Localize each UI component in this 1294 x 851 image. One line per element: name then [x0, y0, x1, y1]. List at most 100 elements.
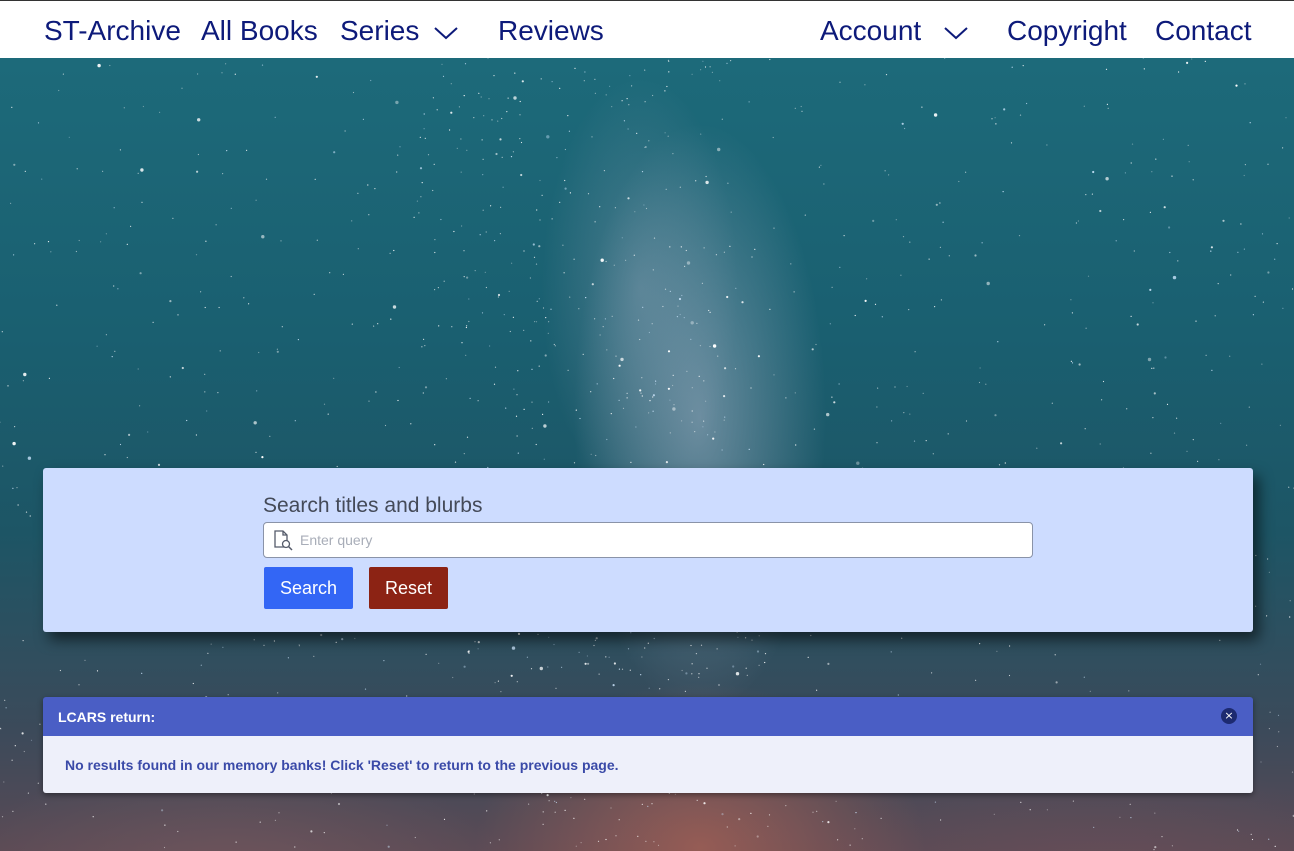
star	[399, 146, 401, 148]
star	[703, 247, 705, 249]
star	[551, 81, 553, 83]
star	[801, 110, 803, 112]
star	[392, 305, 397, 309]
nav-brand-link[interactable]: ST-Archive	[44, 14, 181, 48]
star	[298, 644, 300, 646]
star	[535, 263, 538, 265]
star	[1267, 558, 1269, 560]
star	[694, 431, 696, 433]
star	[441, 63, 443, 65]
star	[655, 380, 657, 382]
star	[807, 656, 809, 658]
star	[210, 643, 212, 645]
reset-button[interactable]: Reset	[369, 567, 448, 609]
nav-copyright-link[interactable]: Copyright	[1007, 14, 1127, 48]
star	[673, 404, 675, 406]
star	[1282, 147, 1284, 149]
star	[751, 256, 753, 258]
star	[500, 206, 502, 208]
star	[351, 323, 353, 325]
star	[1054, 654, 1056, 656]
star	[128, 433, 131, 436]
star	[604, 318, 607, 320]
star	[137, 368, 139, 370]
star	[640, 392, 642, 394]
nav-reviews-link[interactable]: Reviews	[498, 14, 604, 48]
star	[539, 219, 541, 221]
star	[1115, 240, 1117, 242]
star	[652, 394, 656, 397]
star	[613, 264, 615, 266]
star	[651, 803, 653, 805]
star	[506, 111, 508, 113]
star	[485, 231, 487, 233]
star	[195, 254, 198, 256]
star	[1279, 424, 1281, 426]
star	[97, 63, 101, 68]
star	[864, 84, 866, 86]
star	[691, 421, 693, 423]
star	[542, 811, 544, 813]
chevron-down-icon[interactable]	[943, 24, 969, 42]
star	[1130, 315, 1132, 317]
star	[764, 661, 766, 664]
chevron-down-icon[interactable]	[433, 24, 459, 42]
star	[698, 676, 700, 678]
star	[230, 275, 232, 278]
search-field-wrapper[interactable]	[263, 522, 1033, 558]
star	[991, 118, 993, 120]
search-input[interactable]	[300, 523, 1020, 557]
star	[641, 656, 643, 658]
star	[612, 684, 615, 687]
star	[456, 147, 458, 149]
top-navbar: ST-Archive All Books Series Reviews Acco…	[0, 0, 1294, 58]
star	[427, 154, 430, 156]
star	[554, 800, 556, 802]
star	[633, 254, 635, 256]
star	[1003, 108, 1006, 111]
star	[618, 399, 620, 401]
star	[811, 348, 814, 351]
star	[140, 168, 144, 172]
star	[1129, 803, 1131, 805]
star	[548, 636, 550, 638]
star	[934, 801, 937, 803]
search-button[interactable]: Search	[264, 567, 353, 609]
star	[500, 691, 502, 693]
star	[477, 400, 479, 402]
star	[1046, 144, 1048, 146]
star	[756, 650, 760, 653]
star	[719, 80, 721, 82]
star	[981, 242, 983, 244]
star	[599, 206, 601, 208]
star	[11, 759, 13, 761]
star	[641, 171, 644, 173]
star	[707, 434, 709, 436]
star	[664, 90, 666, 92]
star	[621, 100, 623, 102]
star	[732, 665, 735, 668]
star	[564, 148, 567, 151]
star	[195, 434, 197, 436]
star	[1243, 174, 1245, 177]
star	[794, 392, 796, 394]
star	[14, 745, 16, 747]
star	[494, 240, 496, 242]
star	[998, 464, 1001, 466]
nav-all-books-link[interactable]: All Books	[201, 14, 318, 48]
star	[888, 174, 890, 176]
star	[1164, 356, 1167, 359]
star	[1150, 452, 1152, 454]
star	[748, 448, 750, 450]
star	[637, 835, 639, 837]
star	[718, 684, 720, 686]
nav-series-dropdown[interactable]: Series	[340, 14, 419, 48]
star	[564, 179, 566, 182]
nav-contact-link[interactable]: Contact	[1155, 14, 1252, 48]
nav-account-dropdown[interactable]: Account	[820, 14, 921, 48]
close-icon[interactable]: ×	[1221, 708, 1237, 724]
star	[50, 251, 52, 253]
star	[610, 413, 612, 415]
star	[16, 487, 18, 489]
star	[315, 75, 318, 78]
